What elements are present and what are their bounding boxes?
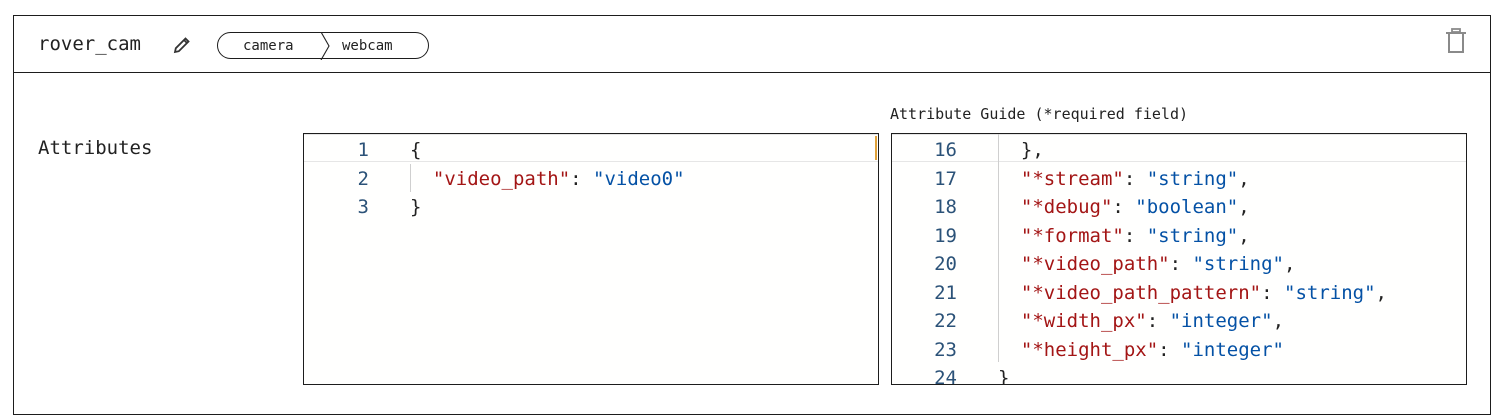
- attribute-guide-title: Attribute Guide (*required field): [890, 105, 1189, 123]
- json-key: "video_path": [410, 167, 571, 190]
- line-number: 18: [934, 196, 957, 218]
- json-colon: :: [1158, 338, 1182, 361]
- code-line: 17 "*stream": "string",: [892, 166, 1466, 194]
- code-text: }: [998, 367, 1010, 385]
- json-key: "*video_path": [998, 253, 1170, 275]
- json-key: "*debug": [998, 196, 1113, 218]
- code-text: "video_path": "video0": [410, 168, 685, 190]
- code-line: 22 "*width_px": "integer",: [892, 308, 1466, 336]
- code-text: "*video_path": "string",: [998, 253, 1296, 275]
- json-colon: :: [1169, 253, 1193, 275]
- json-key: "*format": [998, 224, 1124, 247]
- json-value: "string": [1284, 281, 1376, 304]
- json-colon: :: [1146, 310, 1170, 332]
- json-value: "string": [1146, 224, 1239, 247]
- code-line: 18 "*debug": "boolean",: [892, 194, 1466, 222]
- json-colon: :: [570, 167, 594, 190]
- line-number: 17: [934, 167, 957, 190]
- code-text: "*debug": "boolean",: [998, 196, 1250, 218]
- code-line: 23 "*height_px": "integer": [892, 337, 1466, 365]
- pencil-icon[interactable]: [172, 35, 192, 55]
- line-number: 19: [934, 224, 957, 247]
- line-number: 20: [934, 253, 957, 275]
- code-text: "*format": "string",: [998, 225, 1250, 247]
- attributes-editor[interactable]: 1{2 "video_path": "video0" 3}: [303, 133, 879, 385]
- code-text: "*stream": "string",: [998, 168, 1250, 190]
- code-line: 24}: [892, 365, 1466, 385]
- code-line: 16 },: [892, 137, 1466, 165]
- line-number: 2: [357, 167, 369, 190]
- json-colon: :: [1123, 167, 1147, 190]
- line-number: 3: [357, 196, 369, 218]
- card-header: rover_cam camera webcam: [14, 16, 1490, 73]
- code-text: {: [410, 139, 422, 161]
- json-colon: :: [1112, 196, 1136, 218]
- json-key: "*height_px": [998, 338, 1159, 361]
- breadcrumb-item-type: camera: [243, 38, 294, 54]
- code-text: },: [998, 139, 1044, 161]
- code-text: }: [410, 196, 422, 218]
- line-number: 24: [934, 367, 957, 385]
- code-line: 21 "*video_path_pattern": "string",: [892, 280, 1466, 308]
- code-text: "*height_px": "integer": [998, 339, 1284, 361]
- line-number: 23: [934, 338, 957, 361]
- code-line: 20 "*video_path": "string",: [892, 251, 1466, 279]
- code-text: "*video_path_pattern": "string",: [998, 282, 1387, 304]
- json-comma: ,: [1284, 253, 1296, 275]
- json-colon: :: [1123, 224, 1147, 247]
- json-key: "*video_path_pattern": [998, 281, 1262, 304]
- code-line: 3}: [304, 194, 878, 222]
- json-comma: ,: [1238, 167, 1250, 190]
- code-line: 19 "*format": "string",: [892, 223, 1466, 251]
- line-number: 21: [934, 281, 957, 304]
- json-comma: ,: [1238, 224, 1250, 247]
- attribute-guide-editor[interactable]: 16 }, 17 "*stream": "string", 18 "*debug":…: [891, 133, 1467, 385]
- chevron-right-icon: [320, 32, 330, 60]
- json-comma: ,: [1375, 281, 1387, 304]
- json-colon: :: [1261, 281, 1284, 304]
- json-key: "*stream": [998, 167, 1124, 190]
- code-line: 2 "video_path": "video0": [304, 166, 878, 194]
- json-value: "video0": [593, 167, 685, 190]
- code-line: 1{: [304, 137, 878, 165]
- component-card: rover_cam camera webcam Attributes Attri…: [13, 15, 1491, 415]
- json-value: "boolean": [1135, 196, 1239, 218]
- json-value: "integer": [1169, 310, 1273, 332]
- json-value: "string": [1146, 167, 1239, 190]
- line-number: 16: [934, 139, 957, 161]
- json-comma: ,: [1238, 196, 1250, 218]
- trash-icon[interactable]: [1444, 28, 1468, 54]
- component-name: rover_cam: [38, 33, 141, 55]
- json-comma: ,: [1272, 310, 1285, 332]
- json-key: "*width_px": [998, 310, 1147, 332]
- line-number: 22: [934, 310, 957, 332]
- attributes-label: Attributes: [38, 137, 153, 159]
- breadcrumb-item-model: webcam: [342, 38, 393, 54]
- line-number: 1: [357, 139, 369, 161]
- code-text: "*width_px": "integer",: [998, 310, 1284, 332]
- json-value: "integer": [1181, 338, 1284, 361]
- breadcrumb: camera webcam: [217, 32, 429, 60]
- json-value: "string": [1192, 253, 1284, 275]
